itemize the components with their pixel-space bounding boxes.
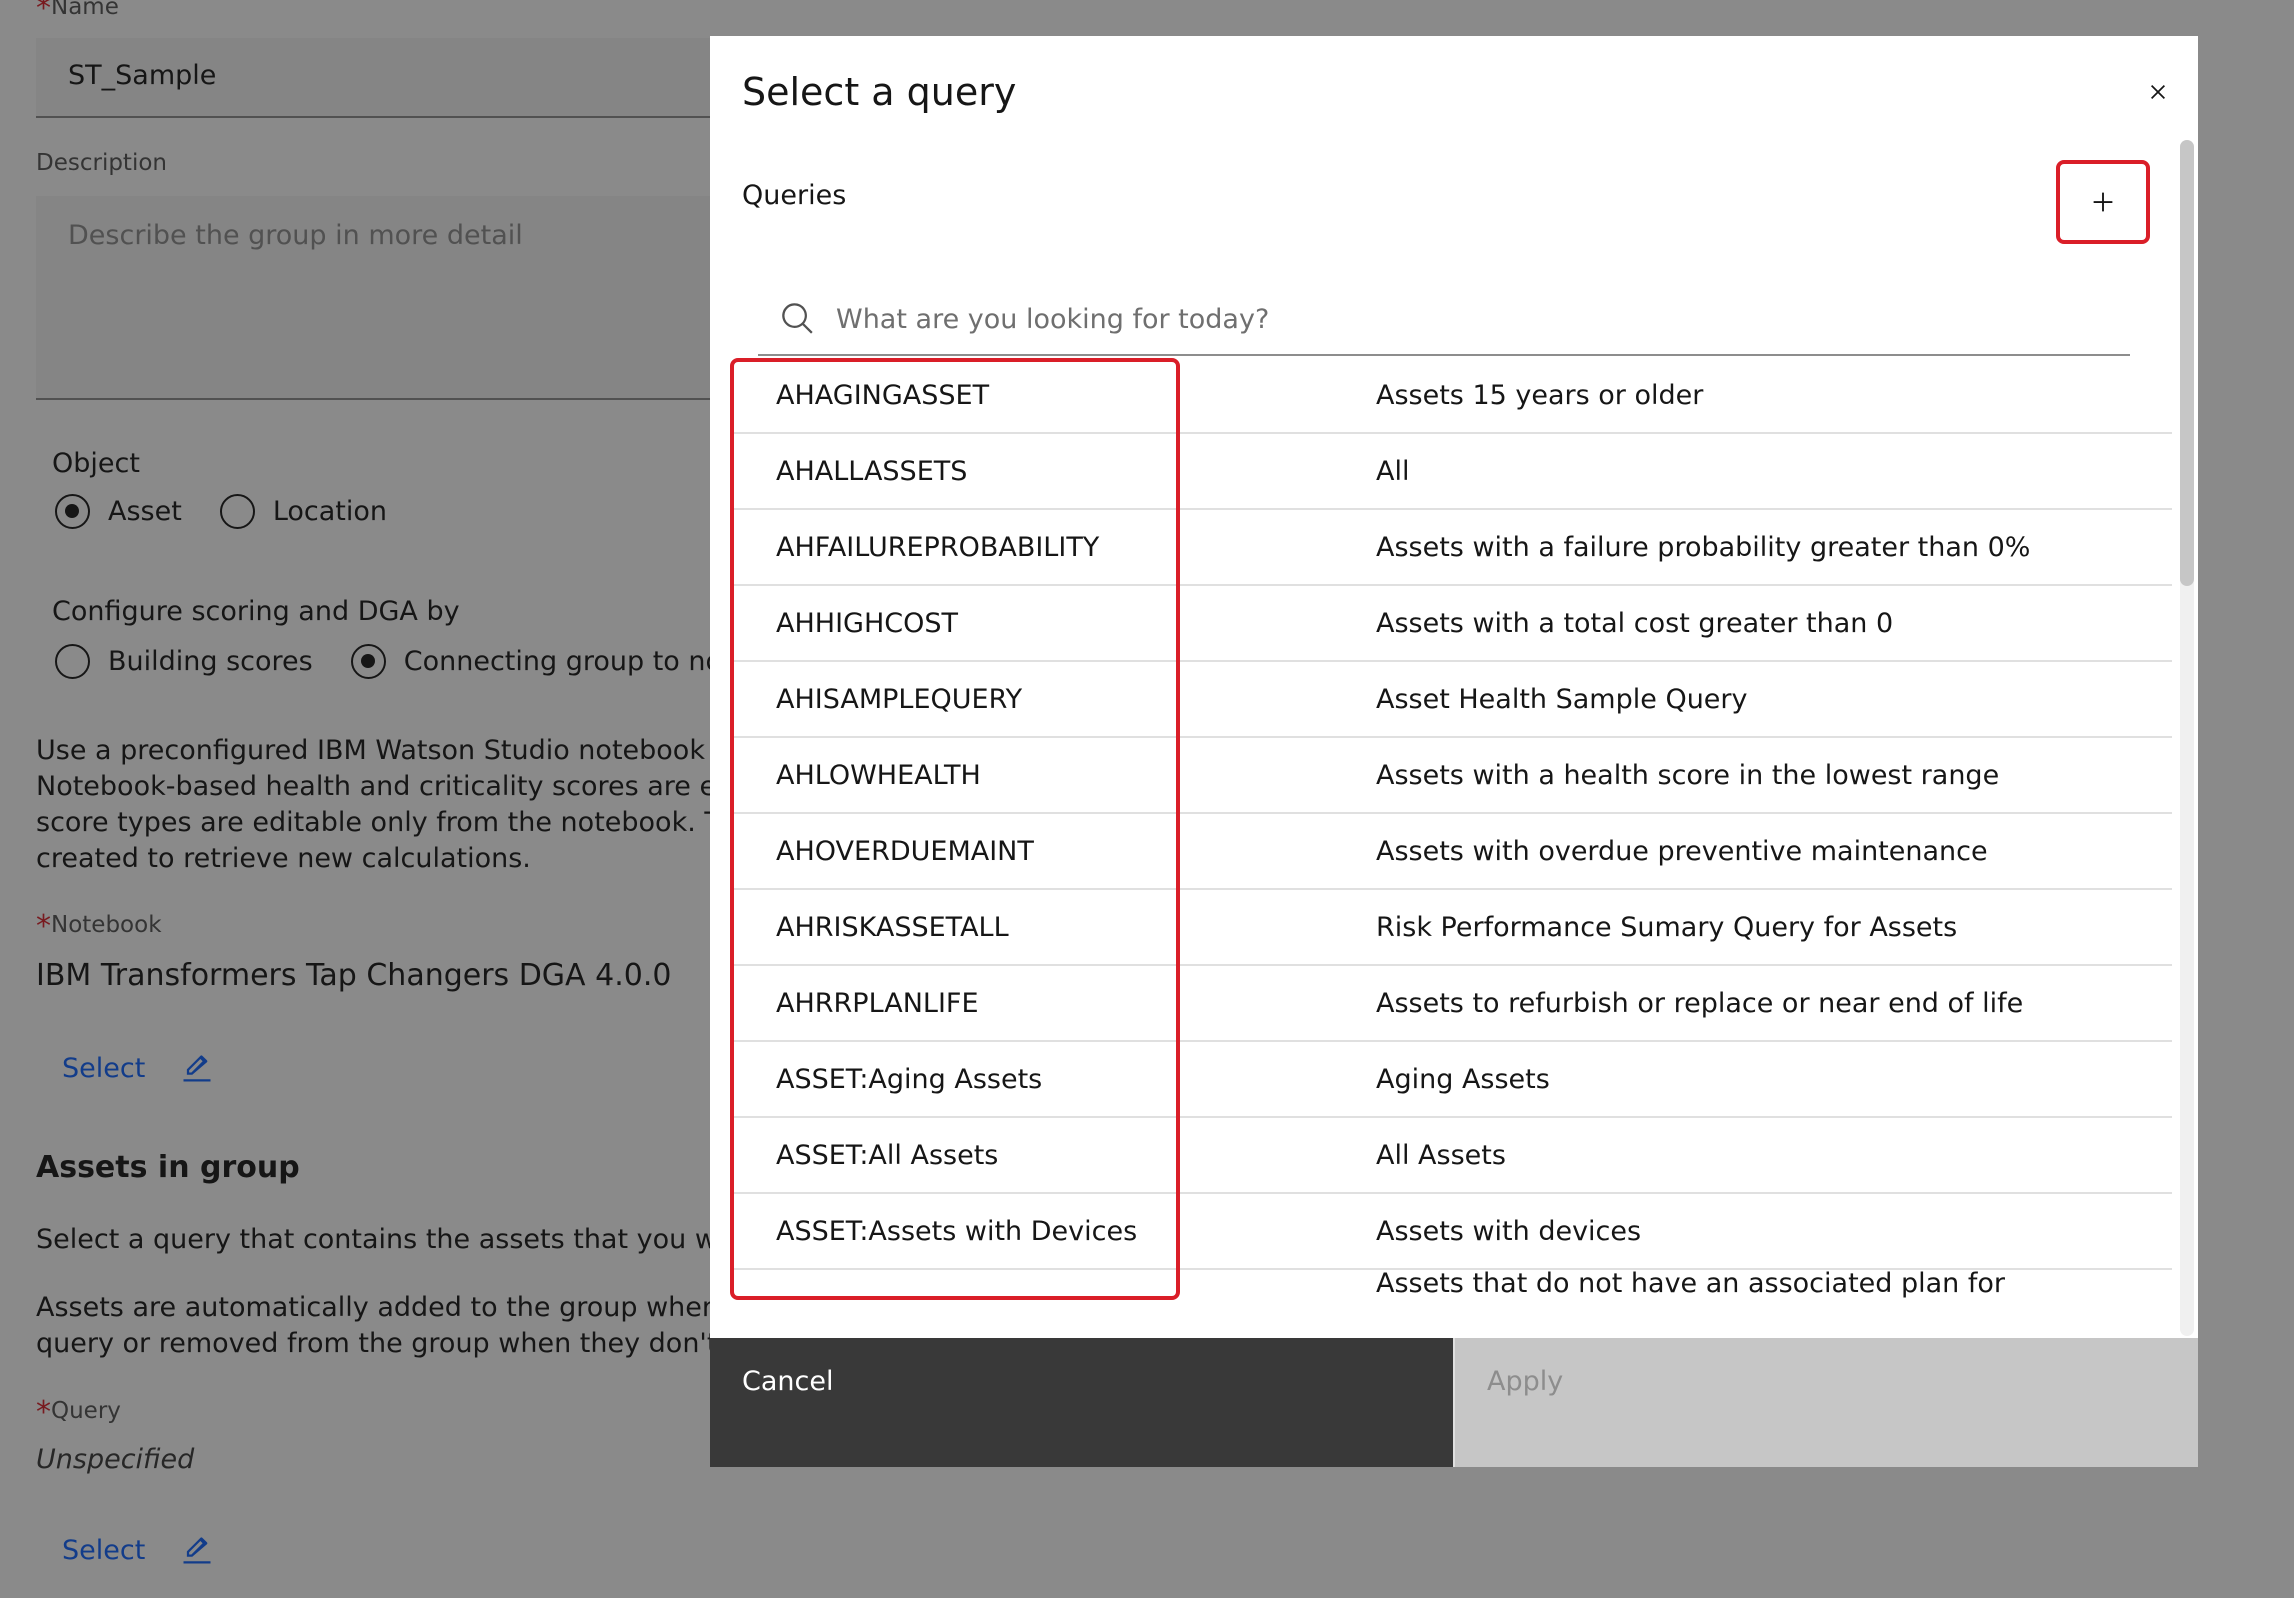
query-description: Assets to refurbish or replace or near e… <box>1376 987 2024 1019</box>
query-row[interactable]: AHLOWHEALTH Assets with a health score in… <box>734 738 2172 814</box>
query-description: Assets with a failure probability greate… <box>1376 531 2031 563</box>
query-row[interactable]: AHALLASSETS All <box>734 434 2172 510</box>
add-query-button[interactable] <box>2056 160 2150 244</box>
query-name: AHISAMPLEQUERY <box>776 683 1023 715</box>
query-name: AHAGINGASSET <box>776 379 990 411</box>
query-row[interactable]: ASSET:Aging Assets Aging Assets <box>734 1042 2172 1118</box>
plus-icon <box>2093 192 2113 212</box>
query-row[interactable]: ASSET:All Assets All Assets <box>734 1118 2172 1194</box>
query-description: Assets 15 years or older <box>1376 379 1704 411</box>
query-row[interactable]: AHISAMPLEQUERY Asset Health Sample Query <box>734 662 2172 738</box>
apply-button[interactable]: Apply <box>1453 1338 2198 1467</box>
cancel-button[interactable]: Cancel <box>710 1338 1453 1467</box>
query-description: Asset Health Sample Query <box>1376 683 1748 715</box>
query-description: Assets with overdue preventive maintenan… <box>1376 835 1988 867</box>
search-icon <box>782 303 813 334</box>
query-name: ASSET:All Assets <box>776 1139 999 1171</box>
query-row[interactable]: AHOVERDUEMAINT Assets with overdue preven… <box>734 814 2172 890</box>
select-query-modal: Select a query Queries AHAGINGASSET Asset… <box>710 36 2198 1467</box>
query-row[interactable]: AHRRPLANLIFE Assets to refurbish or repla… <box>734 966 2172 1042</box>
modal-footer: Cancel Apply <box>710 1338 2198 1467</box>
close-button[interactable] <box>2130 64 2186 120</box>
query-name: AHOVERDUEMAINT <box>776 835 1034 867</box>
query-description: Risk Performance Sumary Query for Assets <box>1376 911 1958 943</box>
query-name: AHHIGHCOST <box>776 607 958 639</box>
query-name: ASSET:Assets with Devices <box>776 1215 1138 1247</box>
query-name: ASSET:Aging Assets <box>776 1063 1043 1095</box>
query-description: Assets with devices <box>1376 1215 1642 1247</box>
queries-label: Queries <box>742 180 847 211</box>
query-name: AHRISKASSETALL <box>776 911 1009 943</box>
query-description: Assets that do not have an associated pl… <box>1376 1268 2005 1299</box>
search-input[interactable] <box>836 303 2036 335</box>
query-name: AHALLASSETS <box>776 455 968 487</box>
query-name: AHRRPLANLIFE <box>776 987 979 1019</box>
query-description: Assets with a total cost greater than 0 <box>1376 607 1894 639</box>
query-description: All Assets <box>1376 1139 1506 1171</box>
search-bar <box>758 284 2130 356</box>
query-name: AHLOWHEALTH <box>776 759 981 791</box>
scrollbar[interactable] <box>2180 140 2194 1336</box>
query-description: Assets with a health score in the lowest… <box>1376 759 2000 791</box>
query-row[interactable]: AHRISKASSETALL Risk Performance Sumary Qu… <box>734 890 2172 966</box>
query-description: Aging Assets <box>1376 1063 1550 1095</box>
scrollbar-thumb[interactable] <box>2180 140 2194 586</box>
query-row[interactable]: AHAGINGASSET Assets 15 years or older <box>734 358 2172 434</box>
modal-title: Select a query <box>742 70 1017 114</box>
query-row[interactable]: Assets that do not have an associated pl… <box>734 1268 2172 1340</box>
query-name: AHFAILUREPROBABILITY <box>776 531 1100 563</box>
close-icon <box>2151 85 2165 99</box>
query-list: AHAGINGASSET Assets 15 years or older AHA… <box>734 358 2174 1340</box>
query-row[interactable]: ASSET:Assets with Devices Assets with dev… <box>734 1194 2172 1270</box>
query-description: All <box>1376 455 1410 487</box>
query-row[interactable]: AHHIGHCOST Assets with a total cost great… <box>734 586 2172 662</box>
query-row[interactable]: AHFAILUREPROBABILITY Assets with a failur… <box>734 510 2172 586</box>
